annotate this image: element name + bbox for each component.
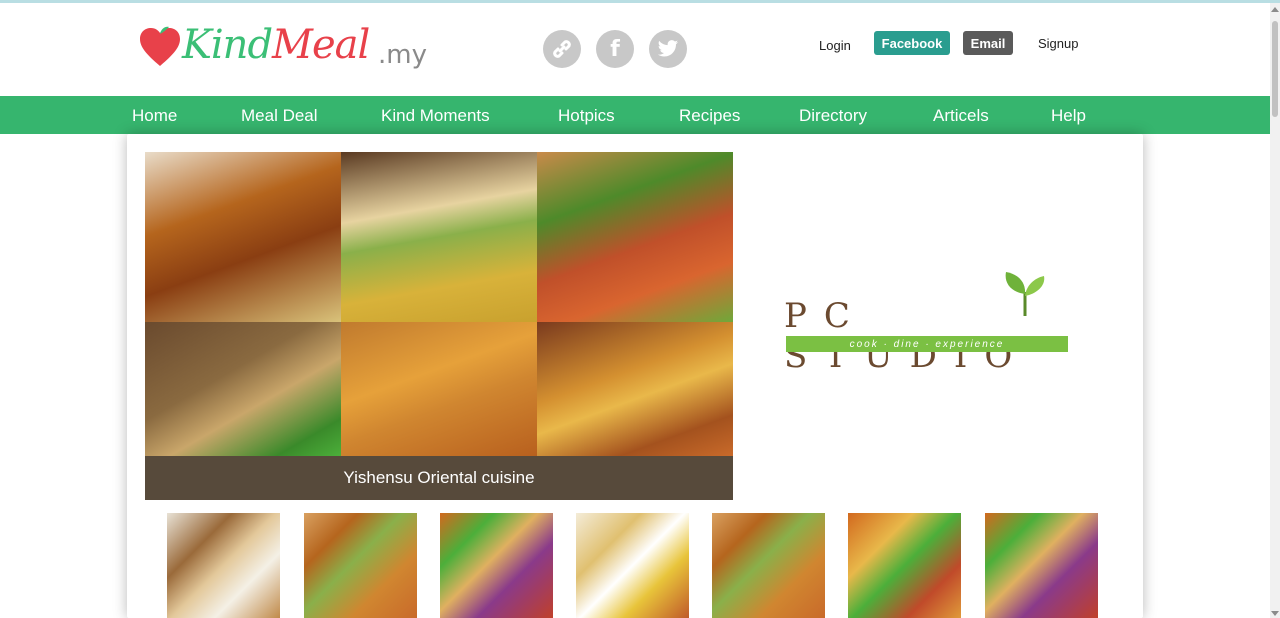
thumbnail[interactable] bbox=[167, 513, 280, 618]
scrollbar-thumb[interactable] bbox=[1272, 21, 1278, 117]
food-photo bbox=[537, 152, 733, 322]
thumbnail[interactable] bbox=[576, 513, 689, 618]
share-link-button[interactable] bbox=[543, 30, 581, 68]
thumbnail[interactable] bbox=[440, 513, 553, 618]
nav-directory[interactable]: Directory bbox=[799, 106, 867, 126]
food-photo bbox=[145, 152, 341, 322]
facebook-share-button[interactable]: f bbox=[596, 30, 634, 68]
nav-help[interactable]: Help bbox=[1051, 106, 1086, 126]
scroll-down-icon[interactable] bbox=[1271, 611, 1279, 616]
main-nav: Home Meal Deal Kind Moments Hotpics Reci… bbox=[0, 96, 1270, 134]
login-link[interactable]: Login bbox=[819, 38, 851, 53]
heart-apple-icon bbox=[140, 26, 180, 66]
nav-home[interactable]: Home bbox=[132, 106, 177, 126]
kindmeal-logo[interactable]: KindMeal .my bbox=[138, 20, 438, 82]
thumbnail[interactable] bbox=[712, 513, 825, 618]
food-photo bbox=[341, 322, 537, 456]
signup-link[interactable]: Signup bbox=[1038, 36, 1078, 51]
food-photo bbox=[537, 322, 733, 456]
nav-hotpics[interactable]: Hotpics bbox=[558, 106, 615, 126]
top-accent-line bbox=[0, 0, 1280, 3]
facebook-login-button[interactable]: Facebook bbox=[874, 31, 950, 55]
email-login-button[interactable]: Email bbox=[963, 31, 1013, 55]
logo-suffix: .my bbox=[378, 40, 427, 70]
sponsor-tagline: cook · dine · experience bbox=[849, 338, 1005, 350]
thumbnail[interactable] bbox=[848, 513, 961, 618]
nav-meal-deal[interactable]: Meal Deal bbox=[241, 106, 318, 126]
nav-recipes[interactable]: Recipes bbox=[679, 106, 740, 126]
featured-caption[interactable]: Yishensu Oriental cuisine bbox=[145, 456, 733, 500]
logo-wordmark: KindMeal bbox=[182, 22, 370, 68]
scroll-up-icon[interactable] bbox=[1271, 7, 1279, 12]
food-photo bbox=[145, 322, 341, 456]
nav-kind-moments[interactable]: Kind Moments bbox=[381, 106, 490, 126]
page-scrollbar[interactable] bbox=[1270, 3, 1280, 618]
twitter-share-button[interactable] bbox=[649, 30, 687, 68]
featured-image[interactable] bbox=[145, 152, 733, 500]
pc-studio-logo[interactable]: PC STUDIO cook · dine · experience bbox=[784, 270, 1074, 376]
nav-articels[interactable]: Articels bbox=[933, 106, 989, 126]
facebook-icon[interactable]: f bbox=[596, 30, 634, 68]
food-photo bbox=[341, 152, 537, 322]
thumbnail[interactable] bbox=[304, 513, 417, 618]
twitter-icon[interactable] bbox=[649, 30, 687, 68]
link-icon[interactable] bbox=[543, 30, 581, 68]
thumbnail[interactable] bbox=[985, 513, 1098, 618]
